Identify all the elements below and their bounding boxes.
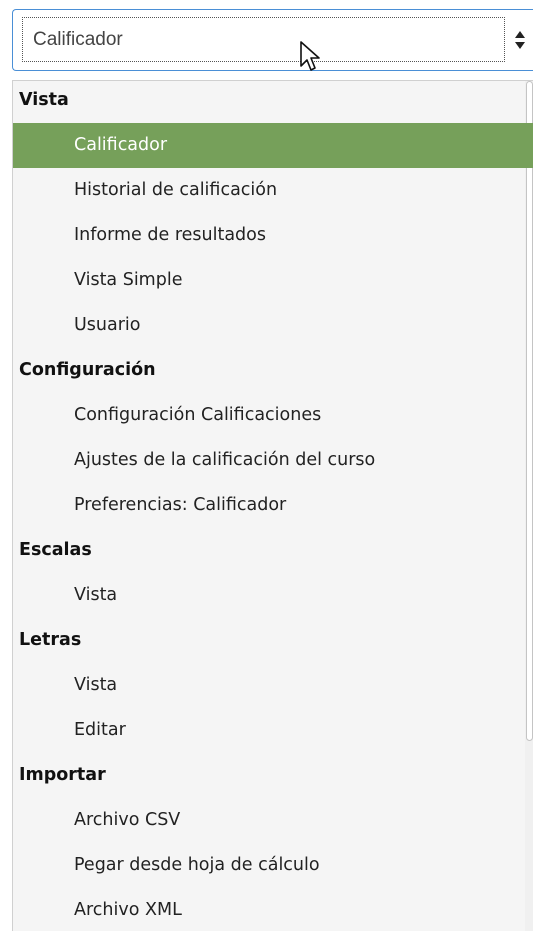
option-ajustes-calificacion-curso[interactable]: Ajustes de la calificación del curso <box>13 438 533 483</box>
option-usuario[interactable]: Usuario <box>13 303 533 348</box>
up-down-arrows-icon <box>515 31 525 49</box>
option-vista-calificador[interactable]: Calificador <box>13 123 533 168</box>
option-letras-vista[interactable]: Vista <box>13 663 533 708</box>
mouse-pointer-icon <box>300 41 320 71</box>
option-pegar-hoja-calculo[interactable]: Pegar desde hoja de cálculo <box>13 843 533 888</box>
report-select-value: Calificador <box>22 17 505 62</box>
option-configuracion-calificaciones[interactable]: Configuración Calificaciones <box>13 393 533 438</box>
group-configuracion: Configuración <box>19 360 156 380</box>
option-escalas-vista[interactable]: Vista <box>13 573 533 618</box>
report-dropdown-list[interactable]: Vista Calificador Historial de calificac… <box>12 80 533 931</box>
option-archivo-csv[interactable]: Archivo CSV <box>13 798 533 843</box>
option-vista-simple[interactable]: Vista Simple <box>13 258 533 303</box>
group-escalas: Escalas <box>19 540 92 560</box>
option-letras-editar[interactable]: Editar <box>13 708 533 753</box>
report-select[interactable]: Calificador <box>12 9 533 71</box>
option-historial-de-calificacion[interactable]: Historial de calificación <box>13 168 533 213</box>
option-archivo-xml[interactable]: Archivo XML <box>13 888 533 931</box>
option-informe-de-resultados[interactable]: Informe de resultados <box>13 213 533 258</box>
group-letras: Letras <box>19 630 82 650</box>
group-importar: Importar <box>19 765 106 785</box>
group-vista: Vista <box>19 90 69 110</box>
option-preferencias-calificador[interactable]: Preferencias: Calificador <box>13 483 533 528</box>
